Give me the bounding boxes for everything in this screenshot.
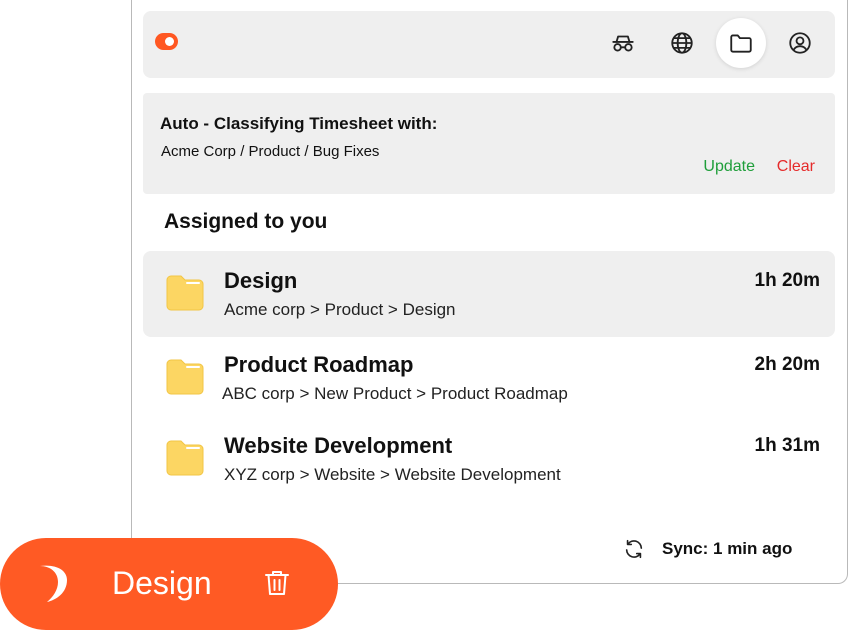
project-time: 1h 31m [754,435,820,456]
incognito-icon[interactable] [598,18,648,68]
sync-icon[interactable] [623,538,645,560]
project-row-design[interactable]: Design Acme corp > Product > Design 1h 2… [143,251,835,337]
brand-logo-icon [40,565,67,602]
project-name: Product Roadmap [224,352,414,377]
project-folder-icon [166,359,204,395]
globe-icon[interactable] [657,18,707,68]
active-project-label: Design [112,565,212,601]
trash-icon[interactable] [263,568,291,598]
clear-button[interactable]: Clear [777,158,815,176]
project-path: ABC corp > New Product > Product Roadmap [222,384,568,403]
project-path: XYZ corp > Website > Website Development [224,465,561,484]
auto-classify-banner: Auto - Classifying Timesheet with: Acme … [143,93,835,194]
project-row-website-development[interactable]: Website Development XYZ corp > Website >… [143,416,835,502]
project-name: Website Development [224,433,453,458]
brand-toggle-icon[interactable] [155,33,178,50]
project-time: 1h 20m [754,270,820,291]
banner-project-path: Acme Corp / Product / Bug Fixes [161,143,380,160]
sync-status: Sync: 1 min ago [662,539,793,558]
top-toolbar [143,11,835,78]
banner-title: Auto - Classifying Timesheet with: [160,114,438,133]
project-path: Acme corp > Product > Design [224,300,456,319]
section-title: Assigned to you [164,210,328,233]
active-timer-pill[interactable]: Design [0,538,338,630]
user-icon[interactable] [775,18,825,68]
timesheet-panel: Auto - Classifying Timesheet with: Acme … [131,0,848,584]
project-folder-icon [166,275,204,311]
update-button[interactable]: Update [703,158,755,176]
folder-icon[interactable] [716,18,766,68]
project-folder-icon [166,440,204,476]
project-name: Design [224,268,298,293]
project-time: 2h 20m [754,354,820,375]
project-row-product-roadmap[interactable]: Product Roadmap ABC corp > New Product >… [143,335,835,421]
